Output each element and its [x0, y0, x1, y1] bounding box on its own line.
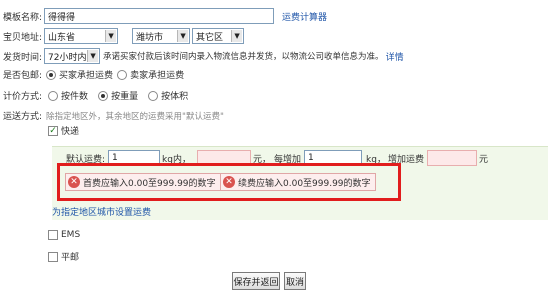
ship-time-detail-link[interactable]: 详情 [386, 50, 404, 63]
pricing-label: 计价方式: [3, 92, 43, 102]
delivery-label: 运送方式: [3, 112, 43, 122]
first-fee-error: ✕ 首费应输入0.00至999.99的数字 [65, 173, 221, 191]
delivery-hint: 除指定地区外，其余地区的运费采用"默认运费" [46, 111, 224, 122]
error-icon: ✕ [223, 176, 235, 188]
template-name-row: 模板名称: 运费计算器 [3, 8, 327, 24]
chevron-down-icon: ▼ [177, 30, 189, 42]
seller-pays-radio[interactable] [117, 69, 128, 80]
district-value: 其它区 [196, 32, 224, 43]
location-row: 宝贝地址: 山东省 ▼ 潍坊市 ▼ 其它区 ▼ [3, 28, 245, 44]
continue-fee-error: ✕ 续费应输入0.00至999.99的数字 [220, 173, 376, 191]
cancel-button[interactable]: 取消 [284, 272, 306, 290]
delivery-row: 运送方式: 除指定地区外，其余地区的运费采用"默认运费" [3, 109, 224, 123]
free-shipping-label: 是否包邮: [3, 71, 43, 81]
city-select[interactable]: 潍坊市 ▼ [132, 28, 191, 44]
ems-label: EMS [61, 230, 81, 240]
area-freight-link[interactable]: 为指定地区城市设置运费 [52, 205, 151, 218]
ship-time-label: 发货时间: [3, 52, 43, 63]
ship-time-note: 承诺买家付款后该时间内录入物流信息并发货，以物流公司收单信息为准。 [103, 52, 384, 62]
chevron-down-icon: ▼ [87, 50, 99, 62]
add-fee-input[interactable] [426, 150, 477, 166]
by-volume-label: 按体积 [161, 92, 189, 102]
freight-calculator-link[interactable]: 运费计算器 [282, 10, 327, 23]
save-return-button[interactable]: 保存并返回 [232, 272, 280, 290]
by-weight-radio[interactable] [98, 90, 109, 101]
surface-mail-row: 平邮 [48, 250, 79, 263]
pricing-row: 计价方式: 按件数 按重量 按体积 [3, 89, 188, 102]
chevron-down-icon: ▼ [105, 30, 117, 42]
province-value: 山东省 [48, 32, 76, 43]
template-name-input[interactable] [44, 8, 275, 24]
surface-mail-label: 平邮 [61, 253, 80, 263]
area-link-row: 为指定地区城市设置运费 [52, 205, 151, 218]
buyer-pays-radio[interactable] [46, 69, 57, 80]
continue-fee-error-text: 续费应输入0.00至999.99的数字 [238, 178, 371, 189]
seller-pays-label: 卖家承担运费 [130, 71, 185, 81]
free-shipping-row: 是否包邮: 买家承担运费 卖家承担运费 [3, 68, 184, 81]
ship-time-select[interactable]: 72小时内 ▼ [44, 48, 101, 64]
province-select[interactable]: 山东省 ▼ [44, 28, 119, 44]
ship-time-row: 发货时间: 72小时内 ▼ 承诺买家付款后该时间内录入物流信息并发货，以物流公司… [3, 48, 404, 64]
surface-mail-checkbox[interactable] [48, 251, 58, 262]
error-icon: ✕ [68, 176, 80, 188]
by-volume-radio[interactable] [148, 90, 159, 101]
district-select[interactable]: 其它区 ▼ [192, 28, 245, 44]
express-row: ✓ 快递 [48, 124, 79, 137]
add-fee-unit: 元 [478, 154, 488, 165]
first-fee-error-text: 首费应输入0.00至999.99的数字 [83, 178, 216, 189]
chevron-down-icon: ▼ [231, 30, 243, 42]
express-checkbox[interactable]: ✓ [48, 125, 58, 136]
city-value: 潍坊市 [136, 32, 164, 43]
ship-time-value: 72小时内 [48, 52, 87, 63]
location-label: 宝贝地址: [3, 32, 43, 43]
by-count-label: 按件数 [61, 92, 89, 102]
by-count-radio[interactable] [48, 90, 59, 101]
buyer-pays-label: 买家承担运费 [59, 71, 114, 81]
ems-checkbox[interactable] [48, 230, 58, 240]
ems-row: EMS [48, 230, 80, 240]
template-name-label: 模板名称: [3, 12, 43, 23]
by-weight-label: 按重量 [111, 92, 139, 102]
express-label: 快递 [61, 127, 80, 137]
